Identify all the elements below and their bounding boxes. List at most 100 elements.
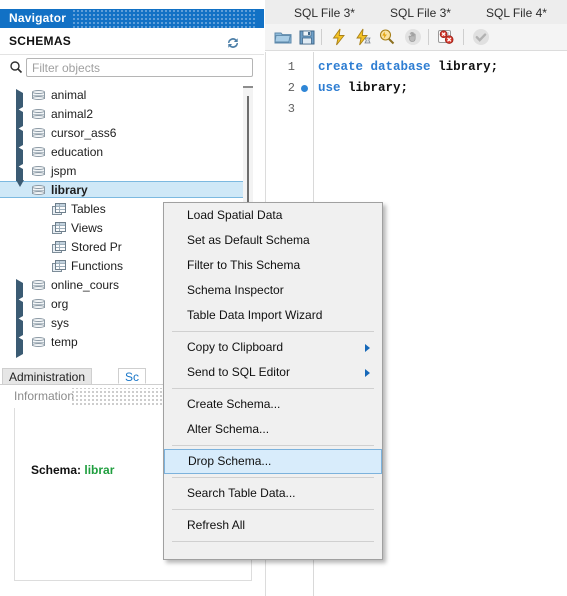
schema-tree-item-label: Tables bbox=[71, 202, 106, 216]
chevron-right-icon[interactable] bbox=[16, 298, 25, 320]
toolbar-separator-1 bbox=[321, 29, 322, 45]
database-icon bbox=[32, 317, 45, 330]
menu-item-filter-to-this-schema[interactable]: Filter to This Schema bbox=[164, 253, 382, 278]
schema-tree-item-jspm[interactable]: jspm bbox=[0, 162, 243, 187]
toggle-stop-on-error-icon[interactable] bbox=[437, 28, 455, 46]
menu-item-create-schema[interactable]: Create Schema... bbox=[164, 392, 382, 417]
filter-objects-input[interactable] bbox=[26, 58, 253, 77]
schema-context-menu[interactable]: Load Spatial Data Set as Default Schema Fi… bbox=[163, 202, 383, 560]
table-group-icon bbox=[52, 241, 66, 254]
explain-icon[interactable] bbox=[378, 28, 396, 46]
schema-tree-scrollbar-top[interactable] bbox=[243, 86, 253, 88]
database-icon bbox=[32, 184, 45, 197]
table-group-icon bbox=[52, 260, 66, 273]
schemas-label: SCHEMAS bbox=[9, 34, 72, 48]
menu-item-label: Alter Schema... bbox=[187, 422, 270, 436]
code-token: library; bbox=[348, 81, 409, 95]
information-schema-label: Schema: bbox=[31, 463, 82, 477]
menu-item-schema-inspector[interactable]: Schema Inspector bbox=[164, 278, 382, 303]
open-folder-icon[interactable] bbox=[274, 28, 292, 46]
menu-separator bbox=[172, 445, 374, 446]
schema-tree-item-label: Stored Pr bbox=[71, 240, 122, 254]
database-icon bbox=[32, 89, 45, 102]
menu-item-search-table-data[interactable]: Search Table Data... bbox=[164, 481, 382, 506]
tab-sql-file-1[interactable]: SQL File 3* bbox=[294, 0, 355, 24]
tab-sql-file-2[interactable]: SQL File 3* bbox=[390, 0, 451, 24]
menu-item-load-spatial-data[interactable]: Load Spatial Data bbox=[164, 203, 382, 228]
tab-schemas[interactable]: Sc bbox=[118, 368, 147, 384]
refresh-icon[interactable] bbox=[225, 35, 241, 51]
tab-administration[interactable]: Administration bbox=[2, 368, 93, 384]
schema-tree-item-label: Functions bbox=[71, 259, 124, 273]
chevron-right-icon[interactable] bbox=[16, 165, 25, 187]
menu-separator bbox=[172, 477, 374, 478]
menu-item-label: Filter to This Schema bbox=[187, 258, 301, 272]
schema-tree-item-education[interactable]: education bbox=[0, 143, 243, 168]
schema-tree-item-label: animal2 bbox=[51, 107, 94, 121]
schema-tree-item-animal2[interactable]: animal2 bbox=[0, 105, 243, 130]
schema-tree-item-cursor-ass6[interactable]: cursor_ass6 bbox=[0, 124, 243, 149]
schema-tree-scroll-thumb[interactable] bbox=[247, 96, 249, 214]
chevron-down-icon[interactable] bbox=[16, 180, 25, 201]
menu-item-refresh-all[interactable]: Refresh All bbox=[164, 513, 382, 538]
database-icon bbox=[32, 108, 45, 121]
tab-sql-file-3[interactable]: SQL File 4* bbox=[486, 0, 547, 24]
execute-icon[interactable] bbox=[330, 28, 348, 46]
line-number: 1 bbox=[287, 60, 295, 74]
save-icon[interactable] bbox=[298, 28, 316, 46]
menu-item-label: Load Spatial Data bbox=[187, 208, 283, 222]
database-icon bbox=[32, 336, 45, 349]
chevron-right-icon[interactable] bbox=[16, 279, 25, 301]
execute-current-statement-icon[interactable] bbox=[354, 28, 372, 46]
menu-item-label: Refresh All bbox=[187, 518, 246, 532]
chevron-right-icon[interactable] bbox=[16, 108, 25, 130]
menu-item-set-as-default-schema[interactable]: Set as Default Schema bbox=[164, 228, 382, 253]
code-token: use bbox=[318, 81, 341, 95]
code-line[interactable]: use library; bbox=[318, 81, 408, 95]
schema-tree-item-animal[interactable]: animal bbox=[0, 86, 243, 111]
schema-tree-item-label: org bbox=[51, 297, 69, 311]
schema-tree-item-label: cursor_ass6 bbox=[51, 126, 117, 140]
toolbar-separator-2 bbox=[428, 29, 429, 45]
chevron-right-icon[interactable] bbox=[16, 89, 25, 111]
stop-icon bbox=[404, 28, 422, 46]
database-icon bbox=[32, 165, 45, 178]
schema-tree-item-library[interactable]: library bbox=[0, 180, 243, 201]
schema-tree-item-label: Views bbox=[71, 221, 103, 235]
menu-item-label: Schema Inspector bbox=[187, 283, 284, 297]
navigator-title-bar: Navigator bbox=[0, 9, 264, 28]
code-token: library; bbox=[438, 60, 499, 74]
schema-tree-item-label: library bbox=[51, 183, 88, 197]
sql-editor-tabbar: SQL File 3* SQL File 3* SQL File 4* bbox=[265, 0, 567, 25]
menu-item-table-data-import-wizard[interactable]: Table Data Import Wizard bbox=[164, 303, 382, 328]
menu-item-label: Create Schema... bbox=[187, 397, 281, 411]
menu-item-copy-to-clipboard[interactable]: Copy to Clipboard bbox=[164, 335, 382, 360]
chevron-right-icon[interactable] bbox=[16, 317, 25, 339]
menu-separator bbox=[172, 331, 374, 332]
chevron-right-icon[interactable] bbox=[16, 146, 25, 168]
menu-separator bbox=[172, 509, 374, 510]
sql-editor-toolbar bbox=[265, 24, 567, 51]
filter-row bbox=[0, 56, 264, 82]
code-line[interactable]: create database library; bbox=[318, 60, 498, 74]
search-icon bbox=[9, 60, 23, 74]
schemas-section-header: SCHEMAS bbox=[0, 32, 264, 55]
table-group-icon bbox=[52, 222, 66, 235]
code-token: database bbox=[370, 60, 431, 74]
menu-item-drop-schema[interactable]: Drop Schema... bbox=[164, 449, 382, 474]
breakpoint-marker-icon[interactable] bbox=[301, 85, 308, 92]
chevron-right-icon[interactable] bbox=[16, 336, 25, 358]
menu-item-label: Copy to Clipboard bbox=[187, 340, 284, 354]
table-group-icon bbox=[52, 203, 66, 216]
schema-tree-item-label: education bbox=[51, 145, 104, 159]
line-number: 2 bbox=[287, 81, 295, 95]
menu-item-alter-schema[interactable]: Alter Schema... bbox=[164, 417, 382, 442]
commit-icon bbox=[472, 28, 490, 46]
menu-item-label: Drop Schema... bbox=[188, 454, 272, 468]
menu-item-label: Search Table Data... bbox=[187, 486, 296, 500]
schema-tree-item-label: animal bbox=[51, 88, 87, 102]
chevron-right-icon[interactable] bbox=[16, 127, 25, 149]
menu-item-send-to-sql-editor[interactable]: Send to SQL Editor bbox=[164, 360, 382, 385]
